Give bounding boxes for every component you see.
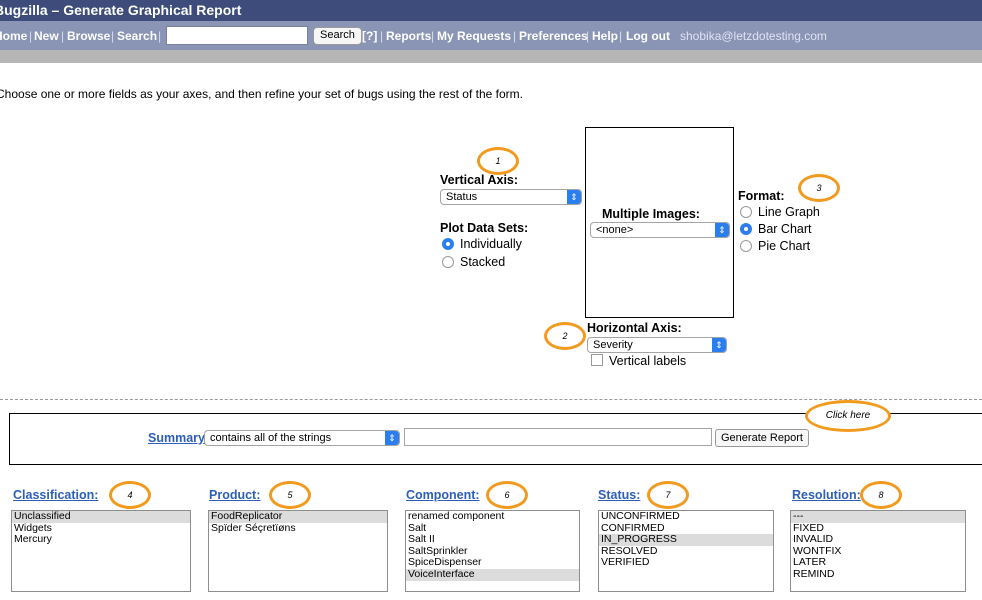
- nav-preferences-link[interactable]: Preferences: [519, 29, 588, 43]
- multiple-images-value: <none>: [596, 224, 634, 236]
- list-item[interactable]: Unclassified: [12, 511, 190, 523]
- annotation-marker-1: 1: [477, 147, 519, 175]
- component-listbox[interactable]: renamed component Salt Salt II SaltSprin…: [405, 510, 580, 592]
- vertical-axis-label: Vertical Axis:: [440, 173, 519, 187]
- nav-logout-link[interactable]: Log out: [626, 29, 670, 43]
- nav-search-link[interactable]: Search: [117, 29, 157, 43]
- annotation-marker-4: 4: [109, 481, 151, 509]
- vertical-labels-checkbox[interactable]: Vertical labels: [591, 354, 686, 368]
- horizontal-axis-label: Horizontal Axis:: [587, 321, 682, 335]
- list-item[interactable]: UNCONFIRMED: [599, 511, 773, 523]
- annotation-marker-2: 2: [544, 322, 586, 350]
- annotation-marker-8: 8: [860, 481, 902, 509]
- annotation-marker-5: 5: [269, 481, 311, 509]
- product-listbox[interactable]: FoodReplicator Spïder Séçretïøns: [208, 510, 388, 592]
- classification-listbox[interactable]: Unclassified Widgets Mercury: [11, 510, 191, 592]
- nav-separator: |: [29, 29, 33, 43]
- window-title: Bugzilla – Generate Graphical Report: [0, 2, 242, 18]
- logged-in-user: shobika@letzdotesting.com: [680, 29, 827, 43]
- list-item[interactable]: ---: [791, 511, 965, 523]
- nav-separator: |: [586, 29, 590, 43]
- search-button[interactable]: Search: [313, 27, 362, 45]
- radio-unselected-icon: [442, 256, 454, 268]
- radio-unselected-icon: [740, 240, 752, 252]
- status-label-link[interactable]: Status:: [598, 488, 640, 502]
- multiple-images-label: Multiple Images:: [602, 207, 700, 221]
- multiple-images-select[interactable]: <none> ⇕: [590, 222, 730, 238]
- nav-separator: |: [513, 29, 517, 43]
- nav-separator: |: [158, 29, 162, 43]
- summary-text-input[interactable]: [404, 428, 712, 446]
- list-item[interactable]: VoiceInterface: [406, 568, 579, 581]
- list-item[interactable]: VERIFIED: [599, 557, 773, 569]
- summary-operator-value: contains all of the strings: [210, 432, 332, 444]
- classification-label-link[interactable]: Classification:: [13, 488, 98, 502]
- list-item[interactable]: FoodReplicator: [209, 511, 387, 523]
- help-q-link[interactable]: [?]: [362, 29, 377, 43]
- nav-separator: |: [619, 29, 623, 43]
- nav-separator: |: [431, 29, 435, 43]
- annotation-marker-7: 7: [647, 481, 689, 509]
- checkbox-icon: [591, 354, 603, 366]
- format-label: Format:: [738, 189, 785, 203]
- nav-reports-link[interactable]: Reports: [386, 29, 431, 43]
- list-item[interactable]: renamed component: [406, 511, 579, 523]
- resolution-label-link[interactable]: Resolution:: [792, 488, 861, 502]
- summary-operator-select[interactable]: contains all of the strings ⇕: [204, 430, 400, 446]
- plot-data-sets-label: Plot Data Sets:: [440, 221, 529, 235]
- radio-selected-icon: [442, 238, 454, 250]
- generate-report-button[interactable]: Generate Report: [715, 429, 809, 447]
- chevron-updown-icon: ⇕: [567, 190, 581, 204]
- nav-bar: Home | New | Browse | Search | Search [?…: [0, 21, 982, 50]
- horizontal-axis-value: Severity: [593, 339, 633, 351]
- intro-text: Choose one or more fields as your axes, …: [0, 87, 523, 101]
- nav-help-link[interactable]: Help: [592, 29, 618, 43]
- horizontal-axis-select[interactable]: Severity ⇕: [587, 337, 727, 353]
- chevron-updown-icon: ⇕: [715, 223, 729, 237]
- radio-unselected-icon: [740, 206, 752, 218]
- nav-new-link[interactable]: New: [34, 29, 59, 43]
- component-label-link[interactable]: Component:: [406, 488, 480, 502]
- click-here-callout: Click here: [805, 400, 891, 432]
- nav-my-requests-link[interactable]: My Requests: [437, 29, 511, 43]
- chevron-updown-icon: ⇕: [385, 431, 399, 445]
- status-listbox[interactable]: UNCONFIRMED CONFIRMED IN_PROGRESS RESOLV…: [598, 510, 774, 592]
- radio-individually[interactable]: Individually: [442, 237, 522, 251]
- chevron-updown-icon: ⇕: [712, 338, 726, 352]
- header-divider: [0, 50, 982, 63]
- nav-separator: |: [111, 29, 115, 43]
- annotation-marker-6: 6: [486, 481, 528, 509]
- nav-home-link[interactable]: Home: [0, 29, 27, 43]
- summary-label-link[interactable]: Summary:: [148, 431, 209, 445]
- list-item[interactable]: REMIND: [791, 568, 965, 581]
- nav-separator: |: [61, 29, 65, 43]
- annotation-marker-3: 3: [798, 174, 840, 202]
- nav-separator: |: [380, 29, 384, 43]
- radio-stacked[interactable]: Stacked: [442, 255, 505, 269]
- nav-browse-link[interactable]: Browse: [67, 29, 110, 43]
- vertical-axis-value: Status: [446, 191, 478, 203]
- vertical-axis-select[interactable]: Status ⇕: [440, 189, 582, 205]
- window-title-bar: Bugzilla – Generate Graphical Report: [0, 0, 982, 21]
- list-item[interactable]: Mercury: [12, 534, 190, 546]
- radio-line-graph[interactable]: Line Graph: [740, 205, 820, 219]
- radio-pie-chart[interactable]: Pie Chart: [740, 239, 810, 253]
- list-item[interactable]: Spïder Séçretïøns: [209, 522, 387, 535]
- quick-search-input[interactable]: [166, 26, 308, 45]
- resolution-listbox[interactable]: --- FIXED INVALID WONTFIX LATER REMIND: [790, 510, 966, 592]
- radio-selected-icon: [740, 223, 752, 235]
- radio-bar-chart[interactable]: Bar Chart: [740, 222, 812, 236]
- product-label-link[interactable]: Product:: [209, 488, 260, 502]
